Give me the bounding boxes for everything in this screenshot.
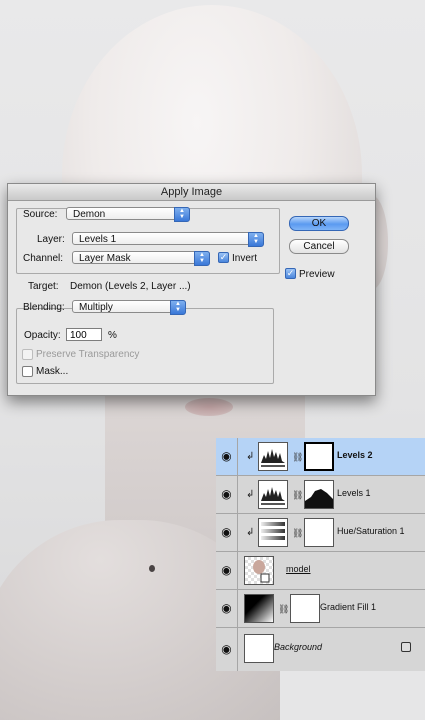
layer-mask-thumbnail[interactable]	[304, 480, 334, 509]
chevron-updown-icon: ▲ ▼	[170, 300, 186, 315]
layer-mask-thumbnail[interactable]	[304, 442, 334, 471]
layer-select[interactable]: Levels 1 ▲ ▼	[72, 232, 264, 247]
preview-label[interactable]: Preview	[299, 269, 335, 280]
layers-panel: ◉ ↲ ⛓ Levels 2 ◉ ↲ ⛓ Levels 1 ◉ ↲ ⛓ Hue/…	[216, 438, 425, 671]
chevron-updown-icon: ▲ ▼	[194, 251, 210, 266]
gradient-icon	[244, 594, 274, 623]
chain-link-icon[interactable]: ⛓	[278, 604, 289, 615]
levels-icon	[258, 480, 288, 509]
chain-link-icon[interactable]: ⛓	[292, 490, 303, 501]
levels-icon	[258, 442, 288, 471]
apply-image-dialog: Apply Image Source: Demon ▲ ▼ Layer: Leve…	[7, 183, 376, 396]
chain-link-icon[interactable]: ⛓	[292, 452, 303, 463]
layer-value: Levels 1	[79, 234, 117, 245]
opacity-label: Opacity:	[24, 330, 61, 341]
eye-icon[interactable]: ◉	[216, 514, 238, 551]
model-lips	[185, 398, 233, 416]
blending-select[interactable]: Multiply ▲ ▼	[72, 300, 186, 315]
smart-object-thumbnail	[244, 556, 274, 585]
layer-name: Levels 1	[337, 488, 371, 498]
target-label: Target:	[28, 281, 59, 292]
ok-button[interactable]: OK	[289, 216, 349, 231]
model-mole	[149, 565, 155, 572]
source-select[interactable]: Demon ▲ ▼	[66, 207, 190, 222]
eye-icon[interactable]: ◉	[216, 552, 238, 589]
channel-value: Layer Mask	[79, 253, 131, 264]
mask-checkbox[interactable]	[22, 366, 33, 377]
blending-label: Blending:	[23, 302, 65, 313]
hue-saturation-icon	[258, 518, 288, 547]
mask-label[interactable]: Mask...	[36, 366, 68, 377]
eye-icon[interactable]: ◉	[216, 438, 238, 475]
background-thumbnail	[244, 634, 274, 663]
opacity-input[interactable]: 100	[66, 328, 102, 341]
eye-icon[interactable]: ◉	[216, 628, 238, 671]
eye-icon[interactable]: ◉	[216, 590, 238, 627]
layer-name: Hue/Saturation 1	[337, 526, 405, 536]
source-label: Source:	[23, 209, 58, 220]
layer-row[interactable]: ◉ ↲ ⛓ Levels 1	[216, 476, 425, 514]
invert-checkbox[interactable]: ✓	[218, 252, 229, 263]
clipping-arrow-icon: ↲	[246, 527, 255, 538]
layer-row[interactable]: ◉ ↲ ⛓ Levels 2	[216, 438, 425, 476]
chain-link-icon[interactable]: ⛓	[292, 528, 303, 539]
lock-icon	[401, 642, 411, 652]
preview-checkbox[interactable]: ✓	[285, 268, 296, 279]
layer-row[interactable]: ◉ Background	[216, 628, 425, 671]
eye-icon[interactable]: ◉	[216, 476, 238, 513]
layer-name: Levels 2	[337, 450, 373, 460]
channel-select[interactable]: Layer Mask ▲ ▼	[72, 251, 210, 266]
preserve-transparency-label: Preserve Transparency	[36, 349, 140, 360]
cancel-button[interactable]: Cancel	[289, 239, 349, 254]
preserve-transparency-checkbox[interactable]	[22, 349, 33, 360]
chevron-updown-icon: ▲ ▼	[248, 232, 264, 247]
chevron-updown-icon: ▲ ▼	[174, 207, 190, 222]
opacity-unit: %	[108, 330, 117, 341]
layer-row[interactable]: ◉ model	[216, 552, 425, 590]
clipping-arrow-icon: ↲	[246, 451, 255, 462]
clipping-arrow-icon: ↲	[246, 489, 255, 500]
layer-label: Layer:	[37, 234, 65, 245]
dialog-title: Apply Image	[8, 184, 375, 201]
blending-value: Multiply	[79, 302, 113, 313]
layer-name: model	[286, 564, 311, 574]
layer-mask-thumbnail[interactable]	[290, 594, 320, 623]
layer-name: Background	[274, 642, 323, 652]
layer-row[interactable]: ◉ ⛓ Gradient Fill 1	[216, 590, 425, 628]
channel-label: Channel:	[23, 253, 64, 264]
source-value: Demon	[73, 209, 106, 220]
layer-name: Gradient Fill 1	[320, 602, 377, 612]
layer-row[interactable]: ◉ ↲ ⛓ Hue/Saturation 1	[216, 514, 425, 552]
invert-label[interactable]: Invert	[232, 253, 257, 264]
layer-mask-thumbnail[interactable]	[304, 518, 334, 547]
target-value: Demon (Levels 2, Layer ...)	[70, 281, 191, 292]
